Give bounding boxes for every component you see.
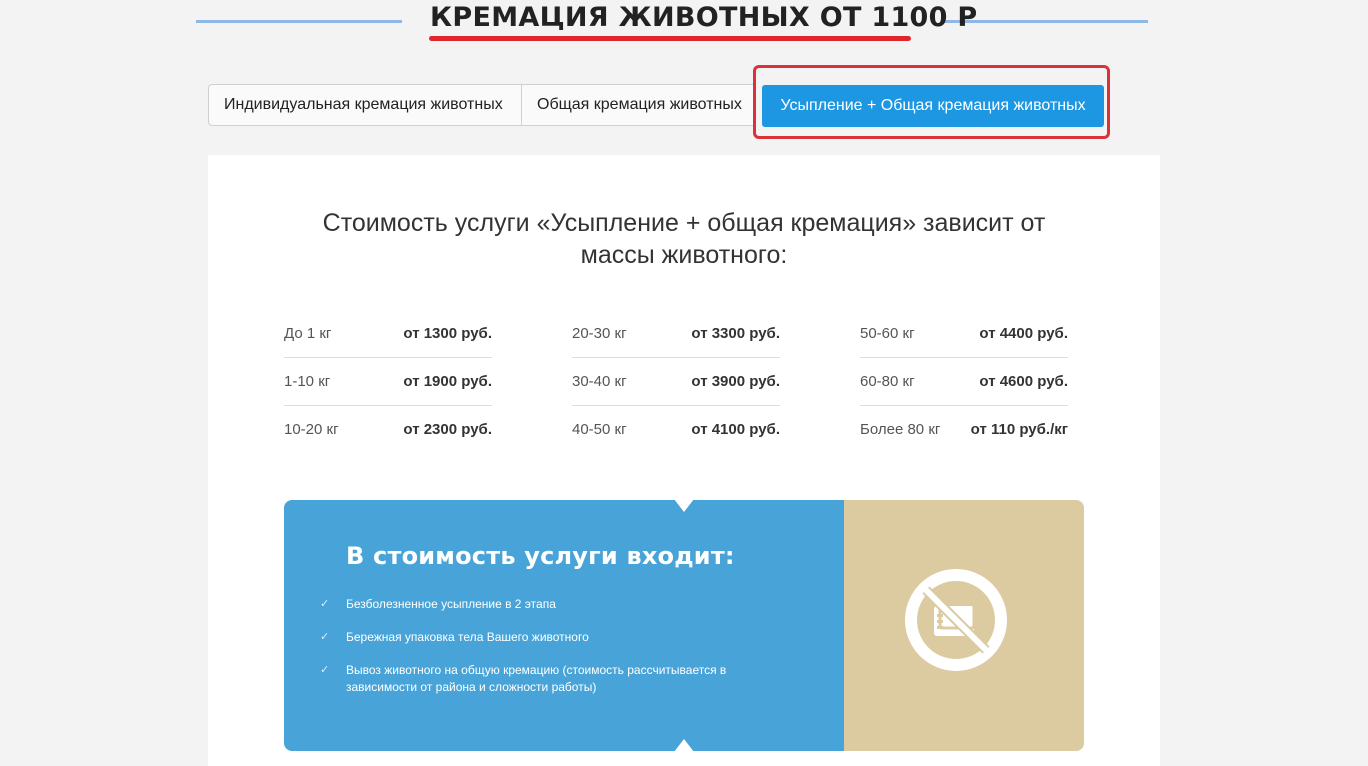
price-column-3: 50-60 кг от 4400 руб. 60-80 кг от 4600 р… [860, 310, 1068, 453]
notch-bottom-decoration [674, 739, 694, 752]
price-row: Более 80 кг от 110 руб./кг [860, 406, 1068, 453]
check-icon: ✓ [320, 598, 330, 610]
price-value: от 3900 руб. [691, 373, 780, 390]
tab-general-cremation[interactable]: Общая кремация животных [522, 84, 756, 126]
price-value: от 2300 руб. [403, 421, 492, 438]
price-column-1: До 1 кг от 1300 руб. 1-10 кг от 1900 руб… [284, 310, 492, 453]
price-value: от 4600 руб. [979, 373, 1068, 390]
price-weight: 60-80 кг [860, 373, 915, 390]
price-weight: 1-10 кг [284, 373, 331, 390]
list-item-text: Безболезненное усыпление в 2 этапа [346, 597, 556, 611]
list-item: ✓ Безболезненное усыпление в 2 этапа [320, 596, 800, 613]
includes-list: ✓ Безболезненное усыпление в 2 этапа ✓ Б… [320, 596, 800, 712]
check-icon: ✓ [320, 664, 330, 676]
title-underline [429, 36, 911, 41]
includes-box: В стоимость услуги входит: ✓ Безболезнен… [284, 499, 1084, 752]
includes-panel: В стоимость услуги входит: ✓ Безболезнен… [284, 500, 844, 751]
price-weight: Более 80 кг [860, 421, 941, 438]
includes-title: В стоимость услуги входит: [346, 542, 735, 570]
price-weight: До 1 кг [284, 325, 332, 342]
list-item: ✓ Вывоз животного на общую кремацию (сто… [320, 662, 800, 696]
price-value: от 4400 руб. [979, 325, 1068, 342]
price-row: 60-80 кг от 4600 руб. [860, 358, 1068, 406]
card-heading: Стоимость услуги «Усыпление + общая крем… [208, 207, 1160, 271]
price-row: До 1 кг от 1300 руб. [284, 310, 492, 358]
price-weight: 20-30 кг [572, 325, 627, 342]
price-weight: 50-60 кг [860, 325, 915, 342]
icon-panel [844, 500, 1084, 751]
price-weight: 40-50 кг [572, 421, 627, 438]
list-item-text: Бережная упаковка тела Вашего животного [346, 630, 589, 644]
price-row: 20-30 кг от 3300 руб. [572, 310, 780, 358]
tab-individual-cremation[interactable]: Индивидуальная кремация животных [208, 84, 522, 126]
price-value: от 4100 руб. [691, 421, 780, 438]
page-title: КРЕМАЦИЯ ЖИВОТНЫХ ОТ 1100 Р [430, 2, 978, 33]
price-row: 1-10 кг от 1900 руб. [284, 358, 492, 406]
list-item-text: Вывоз животного на общую кремацию (стоим… [346, 663, 727, 694]
check-icon: ✓ [320, 631, 330, 643]
card-heading-line2: массы животного: [580, 241, 788, 269]
price-row: 10-20 кг от 2300 руб. [284, 406, 492, 453]
card-heading-line1: Стоимость услуги «Усыпление + общая крем… [322, 209, 1046, 237]
price-weight: 10-20 кг [284, 421, 339, 438]
notch-top-decoration [674, 499, 694, 512]
price-value: от 1900 руб. [403, 373, 492, 390]
list-item: ✓ Бережная упаковка тела Вашего животног… [320, 629, 800, 646]
price-row: 40-50 кг от 4100 руб. [572, 406, 780, 453]
header-line-left [196, 20, 402, 23]
price-row: 50-60 кг от 4400 руб. [860, 310, 1068, 358]
price-column-2: 20-30 кг от 3300 руб. 30-40 кг от 3900 р… [572, 310, 780, 453]
price-value: от 110 руб./кг [970, 421, 1068, 438]
price-value: от 3300 руб. [691, 325, 780, 342]
no-money-icon [905, 569, 1007, 671]
tab-highlight-frame [753, 65, 1110, 139]
price-value: от 1300 руб. [403, 325, 492, 342]
price-weight: 30-40 кг [572, 373, 627, 390]
price-card: Стоимость услуги «Усыпление + общая крем… [208, 155, 1160, 766]
price-row: 30-40 кг от 3900 руб. [572, 358, 780, 406]
